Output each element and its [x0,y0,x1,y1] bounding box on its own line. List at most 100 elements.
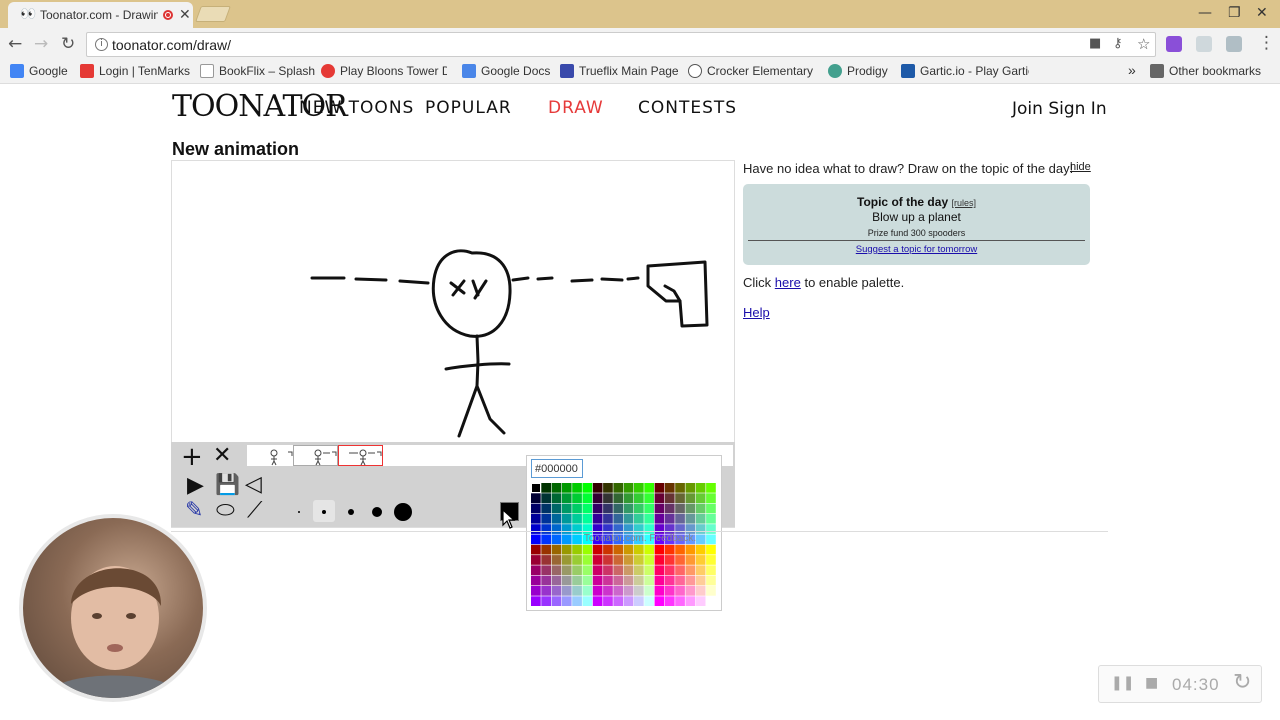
color-swatch[interactable] [664,483,675,493]
color-swatch[interactable] [685,544,696,555]
delete-frame-icon[interactable]: ✕ [213,443,231,468]
bookmarks-more-icon[interactable]: » [1128,62,1136,78]
color-swatch[interactable] [685,555,696,565]
color-swatch[interactable] [613,555,624,565]
frame-thumbnail[interactable] [249,445,294,466]
color-swatch[interactable] [664,544,675,555]
eraser-icon[interactable]: ⬭ [216,498,235,523]
color-swatch[interactable] [603,544,613,555]
color-swatch[interactable] [561,544,572,555]
color-swatch[interactable] [654,586,665,596]
color-swatch[interactable] [592,503,603,514]
color-swatch[interactable] [644,483,654,493]
back-arrow-icon[interactable]: ← [8,34,22,54]
color-swatch[interactable] [706,596,716,606]
nav-new-toons[interactable]: NEW TOONS [299,98,414,118]
color-swatch[interactable] [561,575,572,586]
color-swatch[interactable] [551,565,562,576]
color-swatch[interactable] [664,575,675,586]
color-swatch[interactable] [695,513,706,524]
color-swatch[interactable] [706,565,716,576]
color-swatch[interactable] [613,503,624,514]
color-swatch[interactable] [603,575,613,586]
color-swatch[interactable] [695,596,706,606]
window-close-button[interactable]: ✕ [1256,5,1268,21]
color-swatch[interactable] [695,565,706,576]
color-swatch[interactable] [592,513,603,524]
color-swatch[interactable] [603,503,613,514]
color-swatch[interactable] [613,483,624,493]
color-swatch[interactable] [654,513,665,524]
color-swatch[interactable] [541,555,551,565]
color-swatch[interactable] [561,513,572,524]
color-swatch[interactable] [654,565,665,576]
color-swatch[interactable] [572,513,582,524]
color-swatch[interactable] [644,555,654,565]
color-swatch[interactable] [664,555,675,565]
bookmark-bloons[interactable]: Play Bloons Tower D [321,64,447,78]
color-swatch[interactable] [613,493,624,503]
color-swatch[interactable] [582,596,593,606]
color-swatch[interactable] [603,565,613,576]
color-swatch[interactable] [582,483,593,493]
color-swatch[interactable] [685,493,696,503]
color-swatch[interactable] [541,493,551,503]
pause-icon[interactable]: ❚❚ [1111,675,1134,691]
color-swatch[interactable] [531,586,541,596]
color-swatch[interactable] [634,596,644,606]
color-swatch[interactable] [644,513,654,524]
frame-thumbnail-selected[interactable] [338,445,383,466]
color-swatch[interactable] [664,513,675,524]
color-swatch[interactable] [675,513,685,524]
bookmark-tenmarks[interactable]: Login | TenMarks [80,64,190,78]
previous-frame-icon[interactable]: ◁ [245,472,262,497]
color-swatch[interactable] [531,513,541,524]
enable-palette-link[interactable]: here [775,275,801,290]
color-swatch[interactable] [531,483,541,493]
color-swatch[interactable] [582,544,593,555]
color-swatch[interactable] [551,493,562,503]
color-swatch[interactable] [541,483,551,493]
sign-in-link[interactable]: Sign In [1048,99,1106,119]
color-swatch[interactable] [613,513,624,524]
tab-close-icon[interactable]: ✕ [179,6,191,23]
brush-size-3[interactable] [348,509,354,515]
forward-arrow-icon[interactable]: → [34,34,48,54]
reload-icon[interactable]: ↻ [61,34,75,54]
color-swatch[interactable] [531,565,541,576]
color-swatch[interactable] [541,513,551,524]
color-swatch[interactable] [561,483,572,493]
color-swatch[interactable] [685,586,696,596]
color-swatch[interactable] [541,565,551,576]
address-bar[interactable]: i toonator.com/draw/ ■ ⚷ ☆ [86,32,1156,57]
color-swatch[interactable] [541,503,551,514]
color-swatch[interactable] [644,586,654,596]
color-swatch[interactable] [531,544,541,555]
color-swatch[interactable] [654,596,665,606]
hide-link[interactable]: hide [1070,161,1091,173]
color-swatch[interactable] [613,575,624,586]
color-swatch[interactable] [695,575,706,586]
color-swatch[interactable] [654,575,665,586]
color-swatch[interactable] [644,503,654,514]
menu-dots-icon[interactable]: ⋮ [1258,33,1275,53]
color-swatch[interactable] [541,575,551,586]
color-swatch[interactable] [706,555,716,565]
color-swatch[interactable] [675,544,685,555]
url-text[interactable]: toonator.com/draw/ [112,37,231,53]
color-swatch[interactable] [623,513,634,524]
color-swatch[interactable] [572,575,582,586]
color-swatch[interactable] [634,565,644,576]
color-swatch[interactable] [572,544,582,555]
color-swatch[interactable] [664,586,675,596]
color-swatch[interactable] [603,483,613,493]
color-swatch[interactable] [613,565,624,576]
nav-draw[interactable]: DRAW [542,98,628,118]
save-icon[interactable]: 💾 [215,472,240,496]
bookmark-google-docs[interactable]: Google Docs [462,64,550,78]
color-swatch[interactable] [685,596,696,606]
color-swatch[interactable] [664,493,675,503]
color-swatch[interactable] [634,544,644,555]
brush-size-4[interactable] [372,507,382,517]
color-swatch[interactable] [695,544,706,555]
